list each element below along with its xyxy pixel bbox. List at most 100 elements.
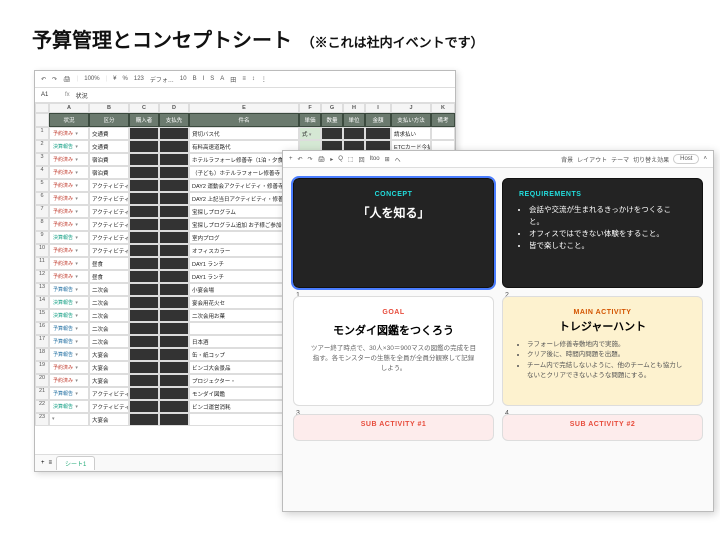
payee-cell[interactable] xyxy=(159,179,189,192)
category-cell[interactable]: アクティビティ xyxy=(89,192,129,205)
row-number[interactable]: 4 xyxy=(35,166,49,179)
add-sheet-button[interactable]: + xyxy=(41,460,45,466)
row-number[interactable]: 14 xyxy=(35,296,49,309)
buyer-cell[interactable] xyxy=(129,322,159,335)
buyer-cell[interactable] xyxy=(129,153,159,166)
column-header[interactable]: C xyxy=(129,103,159,113)
status-cell[interactable]: 予約済み ▾ xyxy=(49,244,89,257)
payee-cell[interactable] xyxy=(159,231,189,244)
payee-cell[interactable] xyxy=(159,309,189,322)
bold-icon[interactable]: B xyxy=(193,76,197,82)
currency-icon[interactable]: ¥ xyxy=(113,76,116,82)
buyer-cell[interactable] xyxy=(129,335,159,348)
amount-cell[interactable] xyxy=(365,127,391,140)
cell-reference[interactable]: A1 xyxy=(41,92,59,98)
row-number[interactable]: 20 xyxy=(35,374,49,387)
payee-cell[interactable] xyxy=(159,296,189,309)
slide-concept[interactable]: CONCEPT 「人を知る」 1 xyxy=(293,178,494,288)
status-cell[interactable]: 決算報告 ▾ xyxy=(49,309,89,322)
row-number[interactable]: 19 xyxy=(35,361,49,374)
item-name-cell[interactable]: 貸切バス代 xyxy=(189,127,299,140)
present-icon[interactable]: ▸ xyxy=(330,156,333,163)
percent-icon[interactable]: % xyxy=(123,76,128,82)
column-header[interactable]: E xyxy=(189,103,299,113)
layout-button[interactable]: レイアウト xyxy=(577,155,607,164)
category-cell[interactable]: 二次会 xyxy=(89,322,129,335)
category-cell[interactable]: アクティビティ xyxy=(89,400,129,413)
buyer-cell[interactable] xyxy=(129,361,159,374)
payee-cell[interactable] xyxy=(159,413,189,426)
payee-cell[interactable] xyxy=(159,348,189,361)
align-icon[interactable]: ≡ xyxy=(242,76,246,82)
row-number[interactable]: 22 xyxy=(35,400,49,413)
category-cell[interactable]: アクティビティ xyxy=(89,231,129,244)
slide-sub-1[interactable]: SUB ACTIVITY #1 xyxy=(293,414,494,441)
image-icon[interactable]: Itoo xyxy=(370,156,380,162)
payee-cell[interactable] xyxy=(159,283,189,296)
payee-cell[interactable] xyxy=(159,257,189,270)
status-cell[interactable]: 予約済み ▾ xyxy=(49,374,89,387)
buyer-cell[interactable] xyxy=(129,218,159,231)
row-number[interactable]: 12 xyxy=(35,270,49,283)
payee-cell[interactable] xyxy=(159,387,189,400)
status-cell[interactable]: 決算報告 ▾ xyxy=(49,231,89,244)
zoom-icon[interactable]: Q xyxy=(338,156,343,162)
status-cell[interactable]: 予約済み ▾ xyxy=(49,270,89,283)
buyer-cell[interactable] xyxy=(129,257,159,270)
row-number[interactable]: 17 xyxy=(35,335,49,348)
payee-cell[interactable] xyxy=(159,374,189,387)
row-number[interactable]: 23 xyxy=(35,413,49,426)
column-header[interactable]: J xyxy=(391,103,431,113)
formula-input[interactable]: 状況 xyxy=(76,91,88,100)
print-icon[interactable]: 🖨 xyxy=(318,156,326,163)
buyer-cell[interactable] xyxy=(129,283,159,296)
category-cell[interactable]: アクティビティ xyxy=(89,244,129,257)
status-cell[interactable]: 予算報告 ▾ xyxy=(49,387,89,400)
column-header[interactable]: A xyxy=(49,103,89,113)
category-cell[interactable]: アクティビティ xyxy=(89,387,129,400)
row-number[interactable]: 11 xyxy=(35,257,49,270)
column-header[interactable]: D xyxy=(159,103,189,113)
shape-icon[interactable]: ⊞ xyxy=(385,156,390,163)
status-cell[interactable]: 予約済み ▾ xyxy=(49,166,89,179)
buyer-cell[interactable] xyxy=(129,374,159,387)
row-number[interactable]: 3 xyxy=(35,153,49,166)
status-cell[interactable]: 予約済み ▾ xyxy=(49,127,89,140)
borders-icon[interactable]: 田 xyxy=(230,75,236,84)
background-button[interactable]: 背景 xyxy=(561,155,573,164)
print-icon[interactable]: 🖨 xyxy=(63,76,71,83)
note-cell[interactable] xyxy=(431,127,455,140)
row-number[interactable]: 2 xyxy=(35,140,49,153)
row-number[interactable]: 1 xyxy=(35,127,49,140)
category-cell[interactable]: 交通費 xyxy=(89,127,129,140)
category-cell[interactable]: 二次会 xyxy=(89,296,129,309)
new-slide-icon[interactable]: + xyxy=(289,156,293,162)
payee-cell[interactable] xyxy=(159,218,189,231)
line-icon[interactable]: へ xyxy=(395,155,401,164)
status-cell[interactable]: 予算報告 ▾ xyxy=(49,335,89,348)
qty-cell[interactable] xyxy=(321,127,343,140)
category-cell[interactable]: 大宴会 xyxy=(89,361,129,374)
category-cell[interactable]: 大宴会 xyxy=(89,374,129,387)
buyer-cell[interactable] xyxy=(129,231,159,244)
status-cell[interactable]: 予約済み ▾ xyxy=(49,192,89,205)
buyer-cell[interactable] xyxy=(129,166,159,179)
undo-icon[interactable]: ↶ xyxy=(41,76,46,83)
payee-cell[interactable] xyxy=(159,335,189,348)
category-cell[interactable]: 昼食 xyxy=(89,257,129,270)
row-number[interactable]: 7 xyxy=(35,205,49,218)
row-number[interactable]: 21 xyxy=(35,387,49,400)
payee-cell[interactable] xyxy=(159,361,189,374)
sheets-menu-icon[interactable]: ≡ xyxy=(49,460,53,466)
status-cell[interactable]: 決算報告 ▾ xyxy=(49,140,89,153)
category-cell[interactable]: 宿泊費 xyxy=(89,153,129,166)
payee-cell[interactable] xyxy=(159,322,189,335)
payee-cell[interactable] xyxy=(159,166,189,179)
category-cell[interactable]: アクティビティ xyxy=(89,218,129,231)
buyer-cell[interactable] xyxy=(129,179,159,192)
payee-cell[interactable] xyxy=(159,153,189,166)
category-cell[interactable]: 宿泊費 xyxy=(89,166,129,179)
share-button[interactable]: Host xyxy=(673,154,699,164)
italic-icon[interactable]: I xyxy=(203,76,205,82)
buyer-cell[interactable] xyxy=(129,309,159,322)
